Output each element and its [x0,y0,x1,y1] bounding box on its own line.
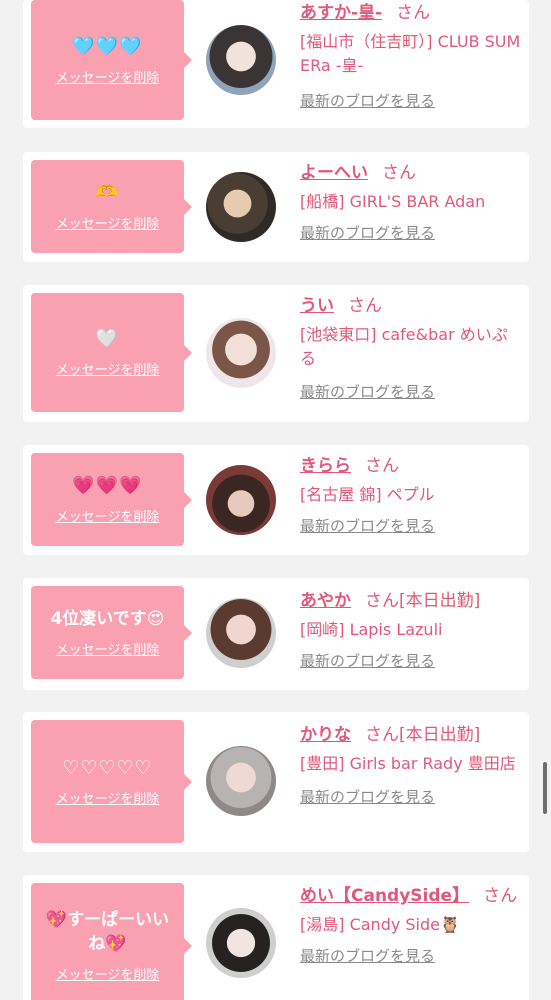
avatar[interactable] [206,598,276,668]
honorific: さん[本日出勤] [365,725,481,745]
avatar[interactable] [206,746,276,816]
profile-info: かりな さん[本日出勤] [豊田] Girls bar Rady 豊田店 最新のブ… [300,722,522,807]
avatar[interactable] [206,465,276,535]
name-line: めい【CandySide】 さん [300,883,522,909]
profile-name-link[interactable]: きらら [300,456,351,476]
profile-name-link[interactable]: かりな [300,725,351,745]
honorific: さん [396,3,431,23]
profile-info: きらら さん [名古屋 錦] ペプル 最新のブログを見る [300,453,522,536]
delete-message-link[interactable]: メッセージを削除 [56,506,160,525]
profile-name-link[interactable]: よーへい [300,163,368,183]
name-line: よーへい さん [300,160,522,186]
name-line: うい さん [300,293,522,319]
profile-info: うい さん [池袋東口] cafe&bar めいぷる 最新のブログを見る [300,293,522,402]
shop-label: [豊田] Girls bar Rady 豊田店 [300,754,516,773]
latest-blog-link[interactable]: 最新のブログを見る [300,90,435,111]
message-card: 🫶 メッセージを削除 よーへい さん [船橋] GIRL'S BAR Adan 最… [23,152,529,262]
honorific: さん [365,456,399,476]
message-text: 💖すーぱーいいね💖 [45,910,170,954]
message-bubble: 🫶 メッセージを削除 [31,160,192,253]
profile-name-link[interactable]: めい【CandySide】 [300,886,469,906]
profile-info: あやか さん[本日出勤] [岡崎] Lapis Lazuli 最新のブログを見る [300,588,522,671]
message-text: 🫶 [95,182,120,203]
message-bubble: 💖すーぱーいいね💖 メッセージを削除 [31,883,192,1000]
message-card: ♡♡♡♡♡ メッセージを削除 かりな さん[本日出勤] [豊田] Girls ba… [23,712,529,852]
latest-blog-link[interactable]: 最新のブログを見る [300,786,435,807]
message-text: 4位凄いです😍 [50,609,165,629]
profile-name-link[interactable]: うい [300,296,334,316]
avatar[interactable] [206,172,276,242]
message-text: 🩵🩵🩵 [72,35,143,57]
name-line: きらら さん [300,453,522,479]
delete-message-link[interactable]: メッセージを削除 [56,788,160,807]
shop-label: [湯島] Candy Side🦉 [300,915,460,934]
message-text: ♡♡♡♡♡ [62,757,153,779]
latest-blog-link[interactable]: 最新のブログを見る [300,381,435,402]
message-bubble: 4位凄いです😍 メッセージを削除 [31,586,192,679]
message-text: 💗💗💗 [72,475,143,496]
profile-info: あすか-皇- さん [福山市（住吉町）] CLUB SUMERa -皇- 最新のブ… [300,0,522,111]
latest-blog-link[interactable]: 最新のブログを見る [300,650,435,671]
shop-label: [池袋東口] cafe&bar めいぷる [300,325,508,368]
latest-blog-link[interactable]: 最新のブログを見る [300,945,435,966]
profile-name-link[interactable]: あすか-皇- [300,3,382,23]
profile-info: めい【CandySide】 さん [湯島] Candy Side🦉 最新のブログを… [300,883,522,966]
message-card: 4位凄いです😍 メッセージを削除 あやか さん[本日出勤] [岡崎] Lapis … [23,578,529,690]
avatar[interactable] [206,908,276,978]
message-bubble: ♡♡♡♡♡ メッセージを削除 [31,720,192,843]
message-text: 🤍 [95,328,120,349]
profile-name-link[interactable]: あやか [300,591,351,611]
message-card: 🩵🩵🩵 メッセージを削除 あすか-皇- さん [福山市（住吉町）] CLUB SU… [23,0,529,128]
name-line: あすか-皇- さん [300,0,522,26]
profile-info: よーへい さん [船橋] GIRL'S BAR Adan 最新のブログを見る [300,160,522,243]
delete-message-link[interactable]: メッセージを削除 [56,639,160,658]
message-card: 💖すーぱーいいね💖 メッセージを削除 めい【CandySide】 さん [湯島] … [23,875,529,1000]
message-card: 🤍 メッセージを削除 うい さん [池袋東口] cafe&bar めいぷる 最新の… [23,285,529,422]
latest-blog-link[interactable]: 最新のブログを見る [300,515,435,536]
message-list: 🩵🩵🩵 メッセージを削除 あすか-皇- さん [福山市（住吉町）] CLUB SU… [0,0,551,1000]
message-bubble: 🤍 メッセージを削除 [31,293,192,412]
name-line: かりな さん[本日出勤] [300,722,522,748]
honorific: さん [483,886,518,906]
shop-label: [船橋] GIRL'S BAR Adan [300,192,486,211]
avatar[interactable] [206,318,276,388]
message-bubble: 🩵🩵🩵 メッセージを削除 [31,0,192,120]
message-bubble: 💗💗💗 メッセージを削除 [31,453,192,546]
latest-blog-link[interactable]: 最新のブログを見る [300,222,435,243]
avatar[interactable] [206,25,276,95]
message-card: 💗💗💗 メッセージを削除 きらら さん [名古屋 錦] ペプル 最新のブログを見る [23,445,529,555]
delete-message-link[interactable]: メッセージを削除 [56,964,160,983]
honorific: さん [348,296,382,316]
shop-label: [岡崎] Lapis Lazuli [300,620,443,639]
delete-message-link[interactable]: メッセージを削除 [56,67,160,86]
honorific: さん[本日出勤] [365,591,481,611]
shop-label: [名古屋 錦] ペプル [300,485,435,504]
shop-label: [福山市（住吉町）] CLUB SUMERa -皇- [300,32,521,75]
scrollbar-thumb[interactable] [543,762,547,814]
honorific: さん [382,163,416,183]
delete-message-link[interactable]: メッセージを削除 [56,213,160,232]
name-line: あやか さん[本日出勤] [300,588,522,614]
delete-message-link[interactable]: メッセージを削除 [56,359,160,378]
